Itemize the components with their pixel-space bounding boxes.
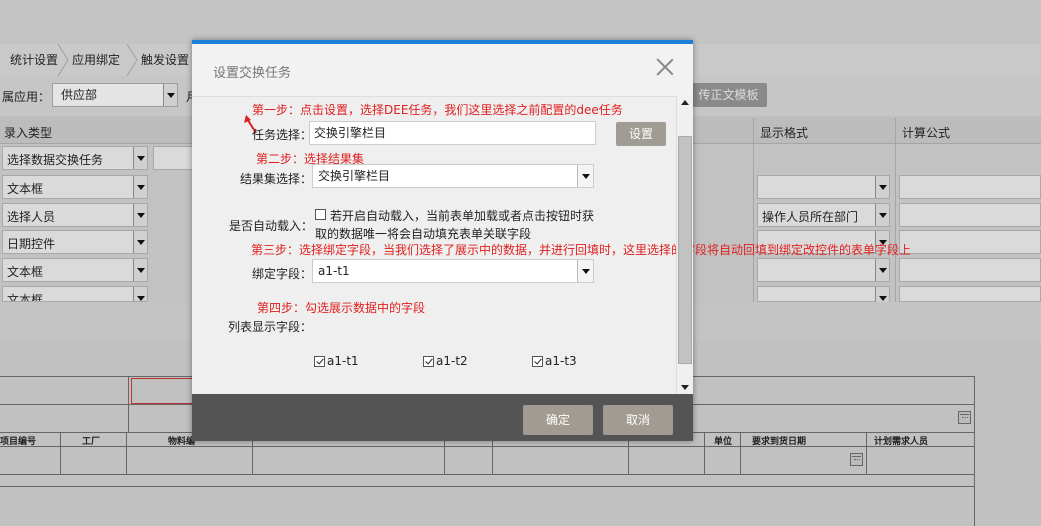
exchange-task-dialog: 设置交换任务 第一步：点击设置，选择DEE任务，我们这里选择之前配置的dee任务… — [192, 40, 911, 441]
chevron-down-icon — [133, 231, 147, 253]
auto-load-checkbox[interactable] — [315, 209, 326, 220]
app-label: 属应用： — [2, 90, 51, 104]
upload-template-button[interactable]: 传正文模板 — [690, 83, 767, 107]
table-line — [0, 486, 975, 487]
grid-cell-input[interactable] — [153, 146, 193, 170]
chevron-down-icon — [133, 259, 147, 281]
scroll-thumb[interactable] — [678, 136, 692, 364]
field-label-a1-t1: a1-t1 — [327, 354, 359, 368]
calendar-icon[interactable] — [850, 453, 863, 466]
cancel-button[interactable]: 取消 — [603, 405, 673, 435]
bind-field-select[interactable]: a1-t1 — [312, 259, 594, 283]
dialog-footer: 确定 取消 — [192, 394, 693, 441]
auto-load-text-2: 取的数据唯一将会自动填充表单关联字段 — [315, 227, 532, 241]
table-line — [704, 432, 705, 474]
chevron-down-icon — [133, 147, 147, 169]
ok-button[interactable]: 确定 — [523, 405, 593, 435]
field-label-a1-t2: a1-t2 — [436, 354, 468, 368]
calendar-icon[interactable] — [958, 411, 971, 424]
auto-load-label: 是否自动载入： — [229, 219, 314, 233]
grid-divider — [753, 118, 754, 302]
col-header-material: 物料编 — [168, 437, 196, 447]
scroll-up-icon[interactable] — [681, 100, 689, 105]
chevron-down-icon — [875, 204, 889, 226]
dialog-accent-bar — [192, 40, 693, 44]
chevron-down-icon — [875, 259, 889, 281]
header-entry-type: 录入类型 — [4, 126, 53, 140]
dialog-title: 设置交换任务 — [213, 66, 292, 81]
display-format-select[interactable]: 操作人员所在部门 — [757, 203, 890, 227]
chevron-down-icon — [577, 165, 593, 187]
table-line — [128, 376, 129, 432]
table-line — [60, 432, 61, 474]
entry-type-select[interactable]: 选择数据交换任务 — [2, 146, 148, 170]
display-format-select[interactable] — [757, 175, 890, 199]
header-calc-formula: 计算公式 — [902, 126, 951, 140]
list-fields-label: 列表显示字段： — [228, 320, 313, 334]
selected-cell[interactable] — [131, 378, 193, 404]
field-checkbox-a1-t2[interactable] — [423, 356, 434, 367]
close-icon[interactable] — [655, 57, 675, 77]
field-label-a1-t3: a1-t3 — [545, 354, 577, 368]
step4-note: 第四步：勾选展示数据中的字段 — [257, 301, 426, 315]
resultset-label: 结果集选择： — [240, 172, 313, 186]
dialog-body: 第一步：点击设置，选择DEE任务，我们这里选择之前配置的dee任务 任务选择： … — [192, 96, 911, 394]
entry-type-select[interactable]: 选择人员 — [2, 203, 148, 227]
chevron-down-icon — [133, 176, 147, 198]
calc-formula-input[interactable] — [899, 175, 1041, 199]
table-line — [0, 474, 975, 475]
tab-separator-icon — [57, 44, 69, 76]
tab-separator-icon — [126, 44, 138, 76]
display-format-select[interactable] — [757, 286, 890, 309]
field-checkbox-a1-t1[interactable] — [314, 356, 325, 367]
step1-note: 第一步：点击设置，选择DEE任务，我们这里选择之前配置的dee任务 — [252, 103, 623, 117]
task-select-input[interactable]: 交换引擎栏目 — [309, 121, 596, 145]
entry-type-select[interactable]: 文本框 — [2, 258, 148, 282]
chevron-down-icon — [133, 204, 147, 226]
calc-formula-input[interactable] — [899, 203, 1041, 227]
grid-divider — [895, 118, 896, 302]
table-line — [126, 432, 127, 474]
header-display-format: 显示格式 — [760, 126, 809, 140]
table-line — [974, 376, 975, 526]
entry-type-select[interactable]: 文本框 — [2, 286, 148, 302]
auto-load-text-1: 若开启自动载入，当前表单加载或者点击按钮时获 — [330, 209, 595, 223]
calc-formula-input[interactable] — [899, 286, 1041, 302]
bind-field-select-value: a1-t1 — [318, 264, 350, 278]
step3-note: 第三步：选择绑定字段，当我们选择了展示中的数据，并进行回填时，这里选择的字段将自… — [251, 243, 912, 257]
bind-field-label: 绑定字段： — [252, 267, 313, 281]
table-line — [0, 446, 975, 447]
app-header — [0, 0, 1041, 44]
tab-app-binding[interactable]: 应用绑定 — [62, 44, 130, 76]
col-header-item-no: 项目编号 — [0, 437, 37, 447]
tab-trigger-settings[interactable]: 触发设置 — [131, 44, 199, 76]
chevron-down-icon — [133, 287, 147, 301]
set-button[interactable]: 设置 — [616, 122, 666, 146]
col-header-planner: 计划需求人员 — [874, 437, 929, 447]
calc-formula-input[interactable] — [899, 258, 1041, 282]
scroll-down-icon[interactable] — [681, 385, 689, 390]
chevron-down-icon — [577, 260, 593, 282]
field-checkbox-a1-t3[interactable] — [532, 356, 543, 367]
col-header-required-date: 要求到货日期 — [752, 437, 807, 447]
resultset-select-value: 交换引擎栏目 — [318, 169, 391, 183]
table-line — [740, 432, 741, 474]
display-format-select[interactable] — [757, 258, 890, 282]
calc-formula-input[interactable] — [899, 230, 1041, 254]
col-header-factory: 工厂 — [82, 437, 101, 447]
task-select-label: 任务选择： — [252, 128, 313, 142]
chevron-down-icon — [875, 176, 889, 198]
chevron-down-icon — [163, 84, 177, 106]
table-line — [866, 432, 867, 474]
entry-type-select[interactable]: 日期控件 — [2, 230, 148, 254]
resultset-select[interactable]: 交换引擎栏目 — [312, 164, 594, 188]
app-select[interactable]: 供应部 — [52, 83, 178, 107]
dialog-scrollbar[interactable] — [676, 96, 693, 394]
app-select-value: 供应部 — [61, 88, 98, 102]
entry-type-select[interactable]: 文本框 — [2, 175, 148, 199]
col-header-unit: 单位 — [714, 437, 733, 447]
